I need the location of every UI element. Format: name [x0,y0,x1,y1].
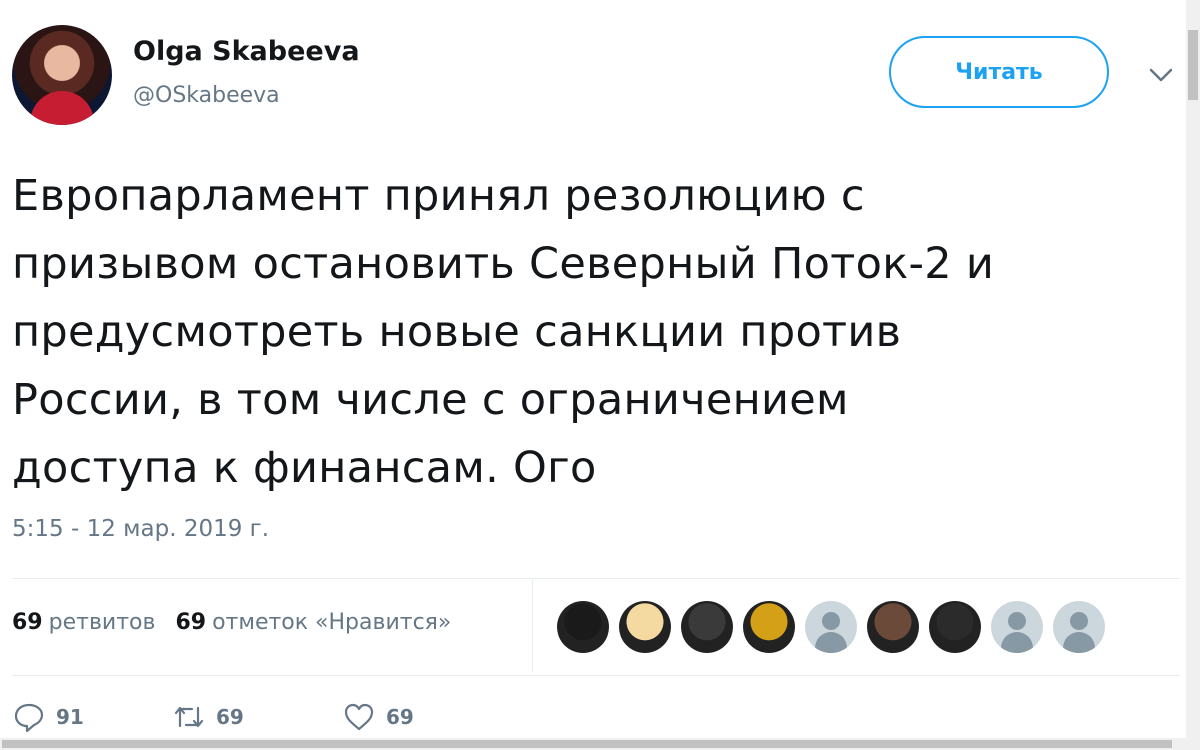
avatar-shoulders [30,91,94,125]
divider [12,675,1180,676]
tweet-stats: 69 ретвитов 69 отметок «Нравится» [12,610,451,635]
tweet-text-line: России, в том числе с ограничением [12,375,849,425]
tweet-timestamp[interactable]: 5:15 - 12 мар. 2019 г. [12,516,269,542]
author-handle[interactable]: @OSkabeeva [133,83,280,108]
tweet-text-line: доступа к финансам. Ого [12,443,597,493]
chevron-down-icon[interactable] [1146,60,1176,90]
bw-portrait-avatar[interactable] [681,601,733,653]
divider [12,578,1180,579]
liker-avatars [557,601,1105,653]
heart-icon [344,703,374,731]
coat-of-arms-avatar[interactable] [743,601,795,653]
tweet-text: Европарламент принял резолюцию с призыво… [12,162,1172,502]
dark-night-avatar[interactable] [557,601,609,653]
tweet-text-line: предусмотреть новые санкции против [12,307,902,357]
cartoon-angel-avatar[interactable] [619,601,671,653]
likes-stat[interactable]: 69 отметок «Нравится» [175,610,451,635]
reply-action[interactable]: 91 [12,700,172,734]
like-count: 69 [386,705,414,729]
vertical-scrollbar-thumb[interactable] [1188,30,1198,100]
tweet-actions: 91 69 69 [12,700,414,734]
tweet-text-line: призывом остановить Северный Поток-2 и [12,239,995,289]
horizontal-scrollbar[interactable] [0,738,1186,750]
retweet-count: 69 [216,705,244,729]
horizontal-scrollbar-thumb[interactable] [2,740,1172,748]
follow-button[interactable]: Читать [889,36,1109,108]
reply-icon [14,703,44,733]
retweet-action[interactable]: 69 [172,700,342,734]
default-avatar[interactable] [1053,601,1105,653]
default-avatar[interactable] [805,601,857,653]
stats-divider [532,580,533,672]
likes-count: 69 [175,610,207,635]
likes-label: отметок «Нравится» [212,610,452,635]
tweet-text-line: Европарламент принял резолюцию с [12,171,865,221]
retweets-label: ретвитов [48,610,156,635]
bird-cartoon-avatar[interactable] [929,601,981,653]
tweet-card: Olga Skabeeva @OSkabeeva Читать Европарл… [0,0,1180,750]
retweets-count: 69 [12,610,43,635]
like-action[interactable]: 69 [342,700,414,734]
author-name[interactable]: Olga Skabeeva [133,36,360,67]
retweet-icon [174,706,204,728]
author-avatar[interactable] [12,25,112,125]
reply-count: 91 [56,705,84,729]
man-portrait-avatar[interactable] [867,601,919,653]
vertical-scrollbar[interactable] [1186,0,1200,750]
retweets-stat[interactable]: 69 ретвитов [12,610,155,635]
default-avatar[interactable] [991,601,1043,653]
